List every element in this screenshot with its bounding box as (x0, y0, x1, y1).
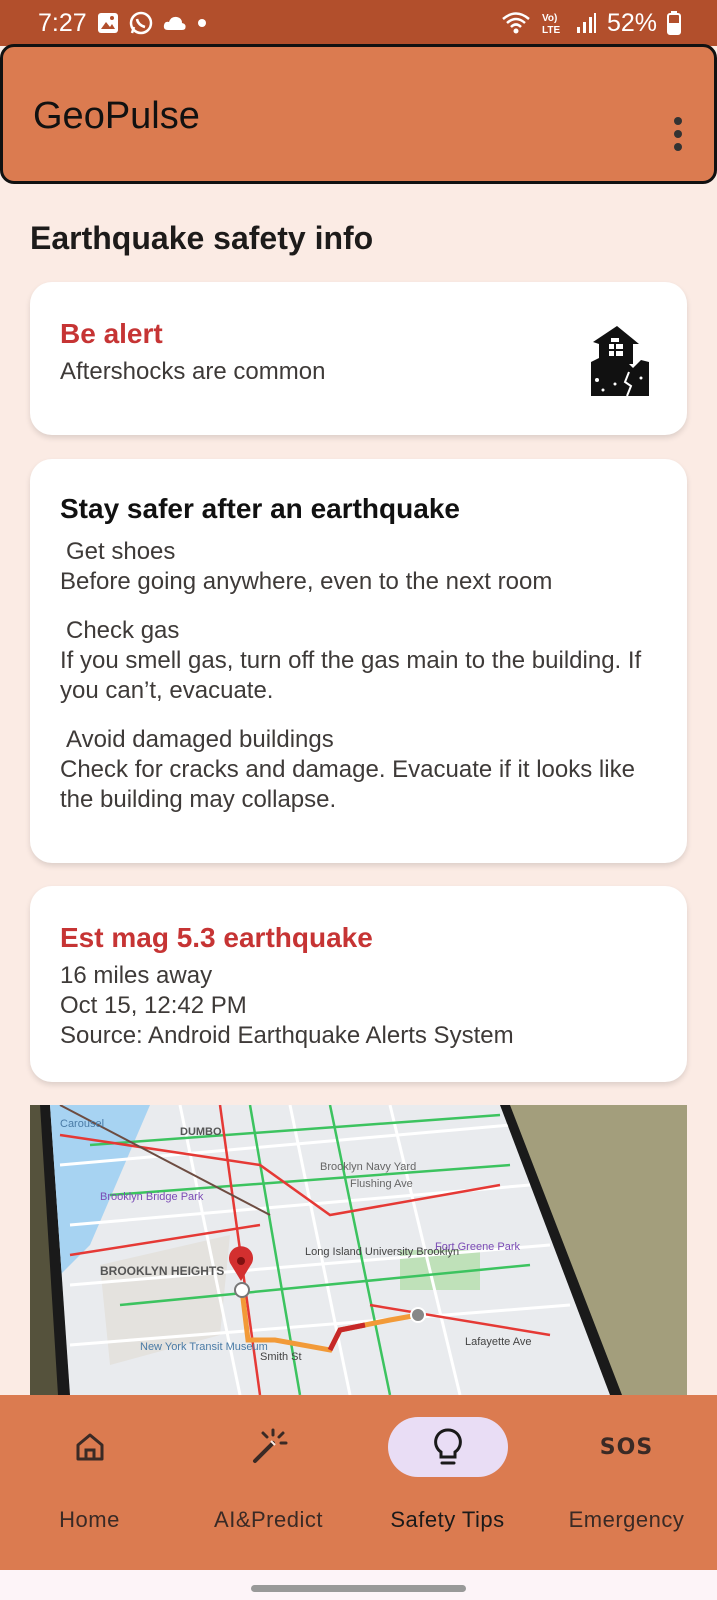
status-right: Vo) LTE 52% (501, 9, 681, 38)
nav-home[interactable]: Home (0, 1395, 179, 1570)
map-label: Flushing Ave (350, 1178, 413, 1190)
earthquake-distance: 16 miles away (60, 962, 213, 989)
status-left: 7:27 (38, 9, 207, 38)
sos-text: SOS (599, 1434, 654, 1460)
volte-icon: Vo) LTE (541, 11, 565, 35)
signal-icon (575, 12, 597, 34)
whatsapp-icon (129, 11, 153, 35)
tip-heading: Avoid damaged buildings (66, 726, 334, 753)
map-label: Brooklyn Bridge Park (100, 1191, 204, 1203)
app-bar: GeoPulse (0, 44, 717, 184)
gallery-icon (97, 12, 119, 34)
svg-text:LTE: LTE (542, 25, 560, 35)
map-label: Fort Greene Park (435, 1241, 520, 1253)
app-title: GeoPulse (33, 95, 200, 137)
battery-percent: 52% (606, 8, 657, 37)
dot-icon (197, 18, 207, 28)
alert-title: Be alert (60, 318, 163, 349)
home-indicator[interactable] (251, 1585, 466, 1592)
earthquake-source: Source: Android Earthquake Alerts System (60, 1022, 514, 1049)
nav-ai-predict[interactable]: AI&Predict (179, 1395, 358, 1570)
tip-item: Get shoes Before going anywhere, even to… (60, 537, 660, 597)
earthquake-datetime: Oct 15, 12:42 PM (60, 992, 247, 1019)
map-label: Carousel (60, 1118, 104, 1130)
nav-label: Safety Tips (390, 1507, 505, 1532)
map-label: BROOKLYN HEIGHTS (100, 1264, 224, 1278)
alert-subtitle: Aftershocks are common (60, 358, 326, 385)
tip-heading: Check gas (66, 617, 180, 644)
wifi-icon (501, 11, 531, 35)
status-time: 7:27 (38, 8, 87, 37)
earthquake-title: Est mag 5.3 earthquake (60, 922, 373, 953)
lightbulb-icon (387, 1417, 508, 1477)
status-bar: 7:27 Vo) LTE 52% (0, 0, 717, 46)
map-label: Smith St (260, 1351, 302, 1363)
nav-label: Emergency (568, 1507, 685, 1532)
sos-icon: SOS (567, 1417, 687, 1477)
alert-card: Be alert Aftershocks are common (30, 282, 687, 435)
map-label: Brooklyn Navy Yard (320, 1161, 416, 1173)
tip-body: Check for cracks and damage. Evacuate if… (60, 756, 635, 813)
map-label: New York Transit Museum (140, 1341, 268, 1353)
page-title: Earthquake safety info (30, 220, 374, 256)
nav-label: AI&Predict (214, 1507, 323, 1532)
nav-emergency[interactable]: SOS Emergency (537, 1395, 716, 1570)
map-label: Lafayette Ave (465, 1336, 531, 1348)
cloud-icon (163, 14, 187, 32)
bottom-navigation: Home AI&Predict Safety Tips SOS Emergenc… (0, 1395, 717, 1570)
home-icon (30, 1417, 150, 1477)
earthquake-card[interactable]: Est mag 5.3 earthquake 16 miles away Oct… (30, 886, 687, 1082)
more-vert-icon[interactable] (670, 117, 686, 157)
nav-label: Home (59, 1507, 120, 1532)
svg-text:Vo): Vo) (542, 13, 557, 24)
damaged-house-icon (581, 320, 661, 400)
magic-wand-icon (209, 1417, 329, 1477)
nav-safety-tips[interactable]: Safety Tips (358, 1395, 537, 1570)
tips-title: Stay safer after an earthquake (60, 493, 460, 524)
tip-item: Avoid damaged buildings Check for cracks… (60, 725, 660, 815)
map-label: DUMBO (180, 1126, 222, 1138)
tips-card: Stay safer after an earthquake Get shoes… (30, 459, 687, 863)
tip-body: Before going anywhere, even to the next … (60, 568, 553, 595)
battery-icon (667, 11, 681, 35)
tip-heading: Get shoes (66, 538, 176, 565)
tip-body: If you smell gas, turn off the gas main … (60, 647, 642, 704)
map-photo: DUMBO Brooklyn Navy Yard Flushing Ave Br… (30, 1105, 687, 1395)
tip-item: Check gas If you smell gas, turn off the… (60, 616, 660, 706)
